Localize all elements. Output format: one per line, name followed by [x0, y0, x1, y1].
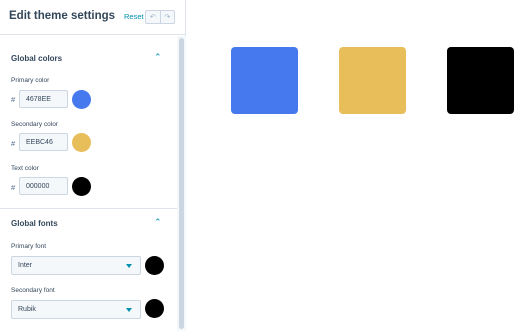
global-fonts-title: Global fonts — [11, 219, 58, 228]
chevron-up-icon[interactable]: ⌃ — [154, 52, 162, 63]
secondary-font-label: Secondary font — [11, 287, 55, 294]
secondary-color-label: Secondary color — [11, 121, 58, 128]
chevron-up-icon[interactable]: ⌃ — [154, 217, 162, 228]
text-color-label: Text color — [11, 165, 39, 172]
global-colors-title: Global colors — [11, 54, 63, 63]
secondary-color-input[interactable]: EEBC46 — [19, 133, 68, 151]
undo-redo-group: ↶ ↷ — [145, 10, 175, 24]
secondary-font-select[interactable]: Rubik — [11, 300, 141, 319]
primary-font-select[interactable]: Inter — [11, 256, 141, 275]
theme-settings-panel: Edit theme settings Reset ↶ ↷ Global col… — [0, 0, 186, 331]
global-fonts-header[interactable]: Global fonts ⌃ — [0, 217, 177, 235]
preview-text-square — [447, 47, 514, 114]
settings-scroll-area: Global colors ⌃ Primary color # 4678EE S… — [0, 36, 177, 331]
caret-down-icon — [126, 264, 132, 268]
redo-icon[interactable]: ↷ — [159, 11, 175, 23]
primary-font-value: Inter — [18, 262, 33, 269]
scrollbar[interactable] — [177, 36, 186, 331]
hash-label: # — [11, 183, 16, 192]
caret-down-icon — [126, 308, 132, 312]
primary-color-label: Primary color — [11, 77, 50, 84]
primary-color-swatch[interactable] — [72, 90, 91, 109]
scrollbar-thumb[interactable] — [179, 38, 184, 329]
preview-primary-square — [231, 47, 298, 114]
undo-icon[interactable]: ↶ — [146, 11, 160, 23]
section-divider — [0, 208, 177, 209]
primary-font-color-swatch[interactable] — [145, 256, 164, 275]
panel-header: Edit theme settings Reset ↶ ↷ — [0, 0, 185, 35]
global-colors-header[interactable]: Global colors ⌃ — [0, 52, 177, 70]
text-color-swatch[interactable] — [72, 177, 91, 196]
text-color-input[interactable]: 000000 — [19, 177, 68, 195]
secondary-color-swatch[interactable] — [72, 133, 91, 152]
hash-label: # — [11, 139, 16, 148]
primary-font-label: Primary font — [11, 243, 47, 250]
primary-color-input[interactable]: 4678EE — [19, 90, 68, 108]
reset-button[interactable]: Reset — [124, 12, 144, 21]
secondary-font-color-swatch[interactable] — [145, 299, 164, 318]
preview-secondary-square — [339, 47, 406, 114]
hash-label: # — [11, 95, 16, 104]
panel-title: Edit theme settings — [9, 10, 116, 22]
secondary-font-value: Rubik — [18, 306, 36, 313]
